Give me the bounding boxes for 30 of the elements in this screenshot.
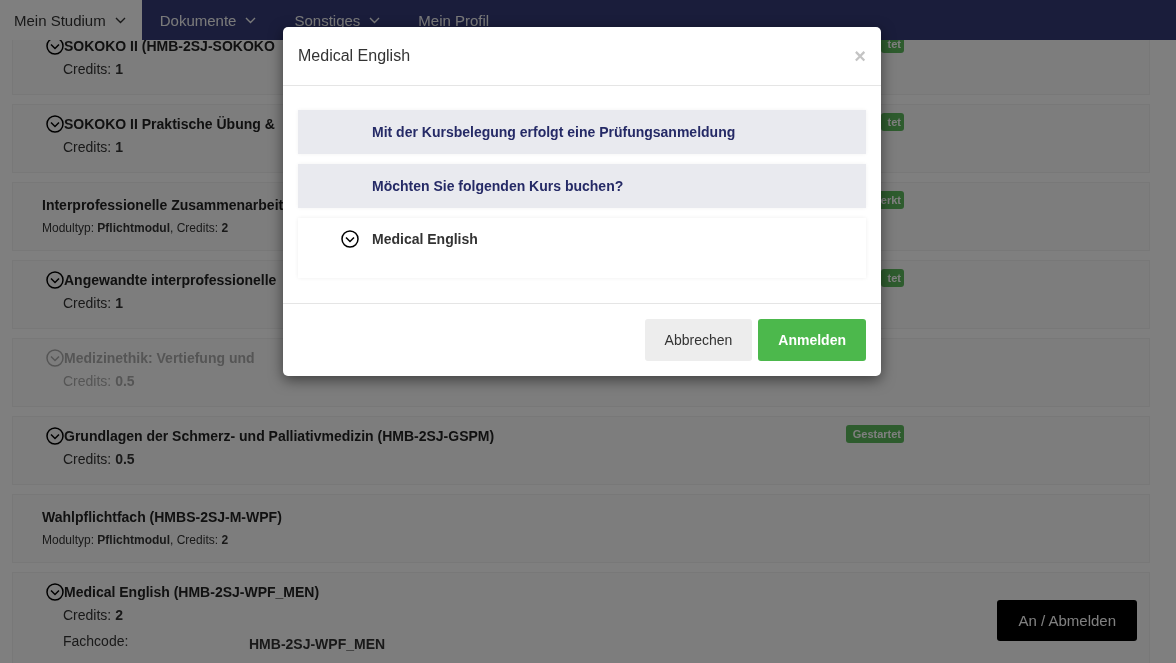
status-badge: tet bbox=[880, 269, 904, 287]
nav-tab[interactable]: Mein Profil bbox=[400, 0, 510, 40]
status-badge: tet bbox=[880, 113, 904, 131]
status-badge: Gestartet bbox=[845, 425, 904, 443]
module-title: Interprofessionelle Zusammenarbeit bbox=[42, 197, 285, 213]
credits-text: Credits: 1 bbox=[63, 295, 124, 311]
credits-text: Credits: 2 bbox=[63, 607, 124, 623]
nav-tab[interactable]: Dokumente bbox=[141, 0, 277, 40]
register-button[interactable]: An / Abmelden bbox=[997, 599, 1137, 641]
module-info: Modultyp: Pflichtmodul, Credits: 2 bbox=[42, 221, 230, 235]
dialog-title: Medical English bbox=[298, 47, 411, 65]
course-title: Medical English (HMB-2SJ-WPF_MEN) bbox=[64, 584, 320, 600]
course-title: SOKOKO II Praktische Übung & bbox=[64, 116, 275, 132]
register-button[interactable]: Anmelden bbox=[758, 319, 866, 361]
credits-text: Credits: 0.5 bbox=[63, 451, 136, 467]
module-title: Wahlpflichtfach (HMBS-2SJ-M-WPF) bbox=[42, 509, 283, 525]
nav-tab[interactable]: Mein Studium bbox=[0, 0, 142, 40]
notice-text: Mit der Kursbelegung erfolgt eine Prüfungsanmeldung bbox=[372, 124, 736, 140]
course-name: Medical English bbox=[372, 231, 478, 247]
credits-text: Credits: 1 bbox=[63, 139, 124, 155]
course-title: SOKOKO II (HMB-2SJ-SOKOKO bbox=[64, 38, 275, 54]
cancel-button[interactable]: Abbrechen bbox=[644, 319, 753, 361]
notice-text: Möchten Sie folgenden Kurs buchen? bbox=[372, 178, 624, 194]
chevron-circle-icon[interactable] bbox=[341, 230, 359, 248]
code-label: Fachcode: bbox=[63, 633, 130, 651]
module-info: Modultyp: Pflichtmodul, Credits: 2 bbox=[42, 533, 230, 547]
credits-text: Credits: 1 bbox=[63, 61, 124, 77]
code-value: HMB-2SJ-WPF_MEN bbox=[249, 636, 386, 652]
course-title: Angewandte interprofessionelle bbox=[64, 272, 277, 288]
course-title: Grundlagen der Schmerz- und Palliativmedizin (HMB-2SJ-GSPM) bbox=[64, 428, 495, 444]
